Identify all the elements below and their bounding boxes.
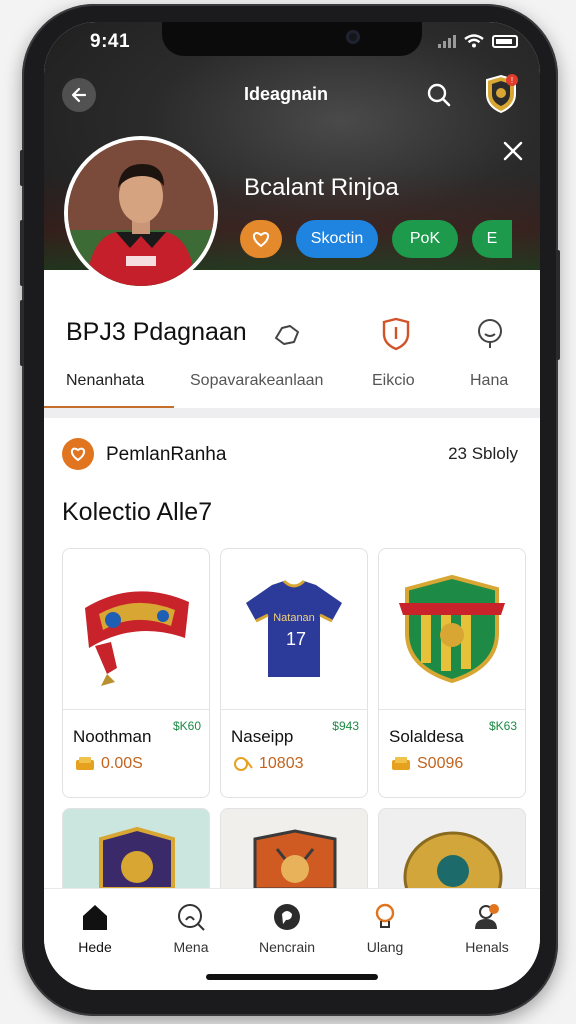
search-icon — [427, 83, 451, 107]
nav-chat-label: Nencrain — [258, 939, 316, 955]
tab-home[interactable]: Hana — [470, 372, 508, 390]
tab-performance[interactable]: Sopavarakeanlaan — [190, 372, 323, 390]
shield-icon — [382, 317, 410, 351]
chat-icon — [274, 904, 300, 930]
collection-section: PemlanRanha 23 Sbloly Kolectio Alle7 $K6… — [44, 418, 540, 908]
chip-blue[interactable]: Skoctin — [296, 220, 378, 258]
card-name: Naseipp — [231, 727, 294, 746]
coin-icon — [392, 757, 410, 770]
collection-card-scarf[interactable]: $K60 Noothman 0.00S — [62, 548, 210, 798]
card-divider — [221, 709, 367, 710]
points-icon — [234, 757, 253, 771]
section-item-count[interactable]: 23 Sbloly — [448, 444, 518, 464]
back-button[interactable] — [62, 78, 96, 112]
app-title: Ideagnain — [244, 84, 329, 104]
top-bar: Ideagnain ! — [44, 74, 540, 118]
user-icon — [475, 904, 499, 929]
collection-title: Kolectio Alle7 — [62, 498, 213, 526]
crest-icon — [399, 574, 505, 684]
shield-badge-icon: ! — [486, 74, 518, 114]
crest-image — [379, 549, 525, 709]
nav-profile-label: Henals — [465, 939, 509, 955]
tab-overview[interactable]: Nenanhata — [66, 372, 144, 390]
card-tag: $K63 — [488, 719, 517, 733]
jersey-brand-text: Natanan — [273, 612, 315, 624]
nav-profile[interactable]: Henals — [442, 901, 532, 961]
signal-icon — [438, 34, 456, 48]
heart-outline-icon — [70, 447, 86, 462]
heart-icon — [252, 232, 270, 248]
card-name: Noothman — [73, 727, 152, 746]
tab-club[interactable]: Eikcio — [372, 372, 415, 390]
card-price: 10803 — [233, 755, 304, 773]
card-price-value: 0.00S — [101, 755, 143, 772]
location-pin-icon — [478, 319, 502, 348]
nav-ideas[interactable]: Ulang — [340, 901, 430, 961]
home-icon — [83, 905, 107, 930]
mute-switch — [20, 150, 24, 186]
section-header-title: PemlanRanha — [106, 444, 227, 465]
status-bar: 9:41 — [44, 22, 540, 62]
close-button[interactable] — [500, 140, 526, 166]
app-screen: 9:41 Ideagnain ! Bcalant Rinjoa Skoctin … — [44, 22, 540, 990]
battery-icon — [492, 34, 518, 48]
nav-ideas-label: Ulang — [366, 939, 404, 955]
profile-name: Bcalant Rinjoa — [244, 174, 399, 201]
chip-green[interactable]: PoK — [392, 220, 458, 258]
coin-icon — [76, 757, 94, 770]
wifi-icon — [464, 34, 484, 48]
collection-card-jersey[interactable]: Natanan 17 $943 Naseipp 10803 — [220, 548, 368, 798]
search-button[interactable] — [422, 78, 456, 112]
power-button — [556, 250, 560, 360]
chip-green-partial[interactable]: E — [472, 220, 512, 258]
back-arrow-icon — [71, 87, 87, 103]
home-indicator[interactable] — [206, 974, 378, 980]
card-price-value: 10803 — [259, 755, 304, 772]
close-icon — [503, 141, 523, 161]
card-divider — [379, 709, 525, 710]
jersey-image: Natanan 17 — [221, 549, 367, 709]
volume-up-button — [20, 220, 24, 286]
section-heart-icon — [62, 438, 94, 470]
card-price-value: S0096 — [417, 755, 464, 772]
section-divider — [44, 408, 540, 418]
collection-card-crest[interactable]: $K63 Solaldesa S0096 — [378, 548, 526, 798]
brand-title: BPJ3 Pdagnaan — [66, 318, 247, 346]
tab-icon-handshake[interactable] — [268, 314, 308, 354]
status-time: 9:41 — [90, 31, 131, 52]
tab-bar: BPJ3 Pdagnaan Nenanhata Sopavarakeanlaan… — [44, 302, 540, 410]
scarf-image — [63, 549, 209, 709]
jersey-number-text: 17 — [286, 629, 306, 649]
nav-chat[interactable]: Nencrain — [242, 901, 332, 961]
status-icons — [438, 34, 518, 48]
nav-home-label: Hede — [78, 939, 112, 955]
search-nav-icon — [178, 904, 205, 931]
card-price: 0.00S — [75, 755, 143, 773]
handshake-icon — [275, 325, 299, 345]
card-name: Solaldesa — [389, 727, 464, 746]
volume-down-button — [20, 300, 24, 366]
svg-text:!: ! — [511, 76, 513, 85]
nav-search[interactable]: Mena — [146, 901, 236, 961]
jersey-icon: Natanan 17 — [246, 579, 342, 677]
nav-home[interactable]: Hede — [50, 901, 140, 961]
scarf-icon — [85, 591, 189, 686]
profile-avatar — [64, 136, 218, 290]
favorite-chip[interactable] — [240, 220, 282, 258]
card-tag: $943 — [332, 719, 359, 733]
card-divider — [63, 709, 209, 710]
card-tag: $K60 — [172, 719, 201, 733]
player-photo — [68, 140, 214, 286]
tab-icon-shield[interactable] — [376, 314, 416, 354]
card-price: S0096 — [391, 755, 463, 773]
bulb-icon — [375, 903, 395, 928]
nav-search-label: Mena — [173, 939, 209, 955]
profile-chips: Skoctin PoK E — [240, 220, 512, 258]
tab-icon-pin[interactable] — [470, 314, 510, 354]
club-badge-button[interactable]: ! — [484, 74, 518, 114]
